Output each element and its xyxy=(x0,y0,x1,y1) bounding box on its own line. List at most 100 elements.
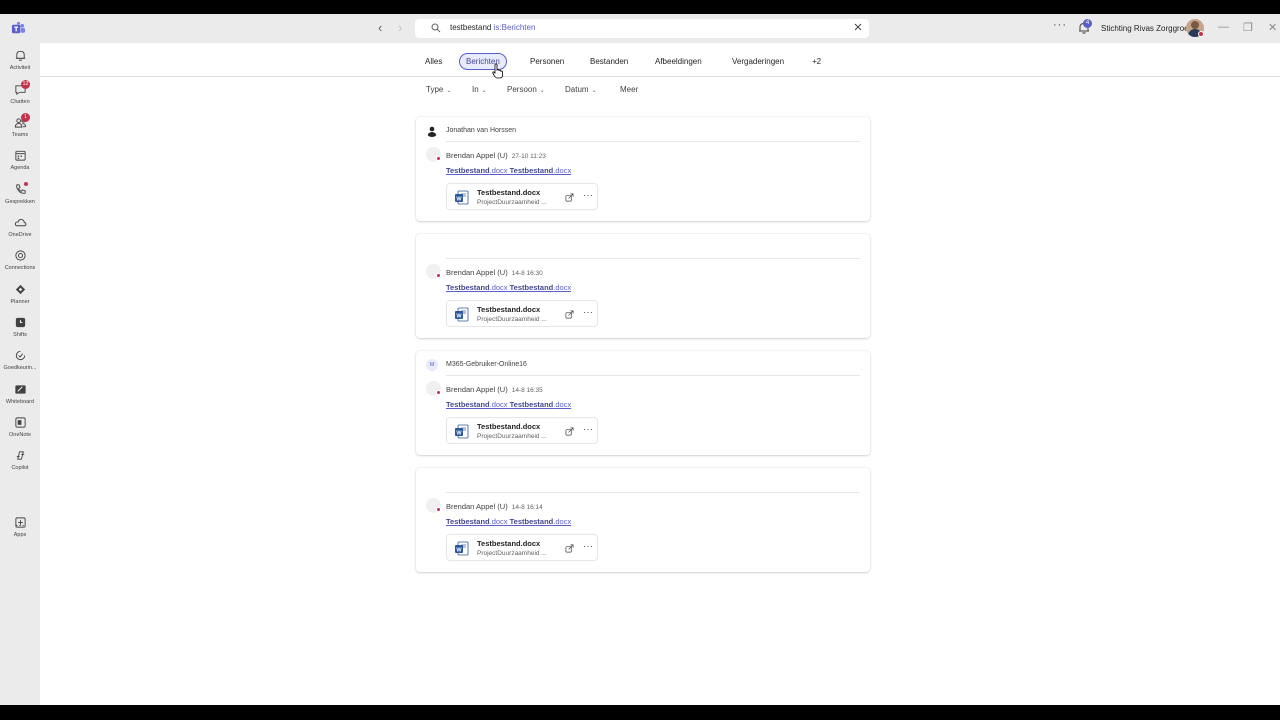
word-file-icon: W xyxy=(455,541,469,556)
rail-item-apps[interactable]: Apps xyxy=(0,516,40,546)
tab-vergaderingen[interactable]: Vergaderingen xyxy=(725,53,791,70)
filter-datum[interactable]: Datum ⌄ xyxy=(565,85,597,94)
message-time: 14-8 16:14 xyxy=(511,504,543,511)
org-name[interactable]: Stichting Rivas Zorggroep xyxy=(1101,24,1193,33)
file-attachment[interactable]: W Testbestand.docx ProjectDuurzaamheid .… xyxy=(446,417,598,444)
filter-meer[interactable]: Meer xyxy=(620,85,638,94)
share-icon[interactable] xyxy=(565,544,574,553)
file-location: ProjectDuurzaamheid ... xyxy=(477,433,547,440)
tab-personen[interactable]: Personen xyxy=(523,53,571,70)
onenote-icon xyxy=(14,417,26,428)
minimize-icon[interactable]: — xyxy=(1218,21,1229,33)
approvals-icon xyxy=(15,350,25,361)
tab-alles[interactable]: Alles xyxy=(418,53,449,70)
rail-label: Planner xyxy=(10,299,30,305)
share-icon[interactable] xyxy=(565,193,574,202)
rail-item-calls[interactable]: Gesprekken xyxy=(0,182,40,213)
file-location: ProjectDuurzaamheid ... xyxy=(477,550,547,557)
rail-item-shifts[interactable]: Shifts xyxy=(0,316,40,346)
rail-item-approvals[interactable]: Goedkeurin... xyxy=(0,349,40,379)
rail-item-onenote[interactable]: OneNote xyxy=(0,416,40,446)
word-file-icon: W xyxy=(455,190,469,205)
more-options-icon[interactable]: ··· xyxy=(583,424,594,434)
more-options-icon[interactable]: ··· xyxy=(583,541,594,551)
rail-item-copilot[interactable]: Copilot xyxy=(0,449,40,479)
result-card[interactable]: Brendan Appel (U) 14-8 16:14 Testbestand.… xyxy=(416,468,870,572)
search-icon xyxy=(431,23,441,33)
rail-item-whiteboard[interactable]: Whiteboard xyxy=(0,383,40,413)
chevron-down-icon: ⌄ xyxy=(539,88,545,94)
match-highlight: Testbestand xyxy=(509,400,554,409)
forward-arrow-icon[interactable]: › xyxy=(398,20,402,35)
result-card[interactable]: Jonathan van Horssen Brendan Appel (U) 27… xyxy=(416,117,870,221)
group-avatar: M xyxy=(426,359,438,371)
whiteboard-icon xyxy=(14,385,26,394)
connections-icon xyxy=(14,250,26,261)
more-options-icon[interactable]: ··· xyxy=(583,190,594,200)
filter-persoon-label: Persoon xyxy=(507,85,537,94)
result-card[interactable]: Brendan Appel (U) 14-8 16:30 Testbestand.… xyxy=(416,234,870,338)
tab-afbeeldingen[interactable]: Afbeeldingen xyxy=(648,53,709,70)
body-text: .docx xyxy=(489,517,510,526)
conversation-name: Jonathan van Horssen xyxy=(446,127,517,134)
file-attachment[interactable]: W Testbestand.docx ProjectDuurzaamheid .… xyxy=(446,183,598,210)
rail-item-onedrive[interactable]: OneDrive xyxy=(0,216,40,246)
file-name: Testbestand.docx xyxy=(477,422,541,431)
sender-name: Brendan Appel (U) xyxy=(446,151,508,160)
divider xyxy=(446,375,860,376)
back-arrow-icon[interactable]: ‹ xyxy=(378,20,382,35)
body-text: .docx xyxy=(553,166,572,175)
rail-item-teams[interactable]: 1 Teams xyxy=(0,113,40,146)
more-options-icon[interactable]: ··· xyxy=(1053,19,1067,31)
presence-status-icon xyxy=(436,273,441,278)
tab-more[interactable]: +2 xyxy=(805,53,828,70)
filter-type[interactable]: Type ⌄ xyxy=(426,85,451,94)
result-tabs: Alles Berichten Personen Bestanden Afbee… xyxy=(40,43,1280,77)
app-rail: Activiteit 12 Chatten 1 Teams Agenda Ges… xyxy=(0,43,40,705)
message-body[interactable]: Testbestand.docx Testbestand.docx xyxy=(446,166,571,175)
file-attachment[interactable]: W Testbestand.docx ProjectDuurzaamheid .… xyxy=(446,300,598,327)
close-icon[interactable] xyxy=(853,22,863,32)
calendar-icon xyxy=(14,150,26,161)
svg-text:W: W xyxy=(456,547,462,553)
body-text: .docx xyxy=(553,517,572,526)
body-text: .docx xyxy=(553,400,572,409)
file-name: Testbestand.docx xyxy=(477,305,541,314)
notification-badge: 4 xyxy=(1083,19,1092,28)
svg-text:W: W xyxy=(456,196,462,202)
presence-status-icon xyxy=(436,390,441,395)
rail-item-calendar[interactable]: Agenda xyxy=(0,149,40,179)
apps-icon xyxy=(14,517,26,528)
search-input[interactable]: testbestand is:Berichten xyxy=(415,19,869,38)
message-body[interactable]: Testbestand.docx Testbestand.docx xyxy=(446,400,571,409)
message-time: 14-8 16:30 xyxy=(511,270,543,277)
result-card[interactable]: M M365-Gebruiker-Online16 Brendan Appel … xyxy=(416,351,870,455)
shifts-icon xyxy=(15,317,25,328)
filter-in[interactable]: In ⌄ xyxy=(472,85,487,94)
message-meta: Brendan Appel (U) 14-8 16:30 xyxy=(446,268,543,277)
rail-item-chat[interactable]: 12 Chatten xyxy=(0,80,40,113)
rail-item-planner[interactable]: Planner xyxy=(0,283,40,313)
body-text: .docx xyxy=(489,283,510,292)
message-time: 27-10 11:23 xyxy=(511,153,546,160)
filter-persoon[interactable]: Persoon ⌄ xyxy=(507,85,545,94)
more-options-icon[interactable]: ··· xyxy=(583,307,594,317)
rail-item-connections[interactable]: Connections xyxy=(0,249,40,279)
file-attachment[interactable]: W Testbestand.docx ProjectDuurzaamheid .… xyxy=(446,534,598,561)
message-body[interactable]: Testbestand.docx Testbestand.docx xyxy=(446,517,571,526)
match-highlight: Testbestand xyxy=(509,283,554,292)
copilot-icon xyxy=(16,451,24,460)
chat-count-badge: 12 xyxy=(21,80,30,89)
window-close-icon[interactable]: ✕ xyxy=(1268,21,1277,34)
rail-item-activity[interactable]: Activiteit xyxy=(0,49,40,79)
message-body[interactable]: Testbestand.docx Testbestand.docx xyxy=(446,283,571,292)
chevron-down-icon: ⌄ xyxy=(446,88,452,94)
restore-icon[interactable]: ❐ xyxy=(1243,21,1253,34)
share-icon[interactable] xyxy=(565,427,574,436)
divider xyxy=(446,492,860,493)
filter-in-label: In xyxy=(472,85,479,94)
share-icon[interactable] xyxy=(565,310,574,319)
search-results-pane: Alles Berichten Personen Bestanden Afbee… xyxy=(40,43,1280,705)
tab-bestanden[interactable]: Bestanden xyxy=(583,53,635,70)
filter-datum-label: Datum xyxy=(565,85,589,94)
